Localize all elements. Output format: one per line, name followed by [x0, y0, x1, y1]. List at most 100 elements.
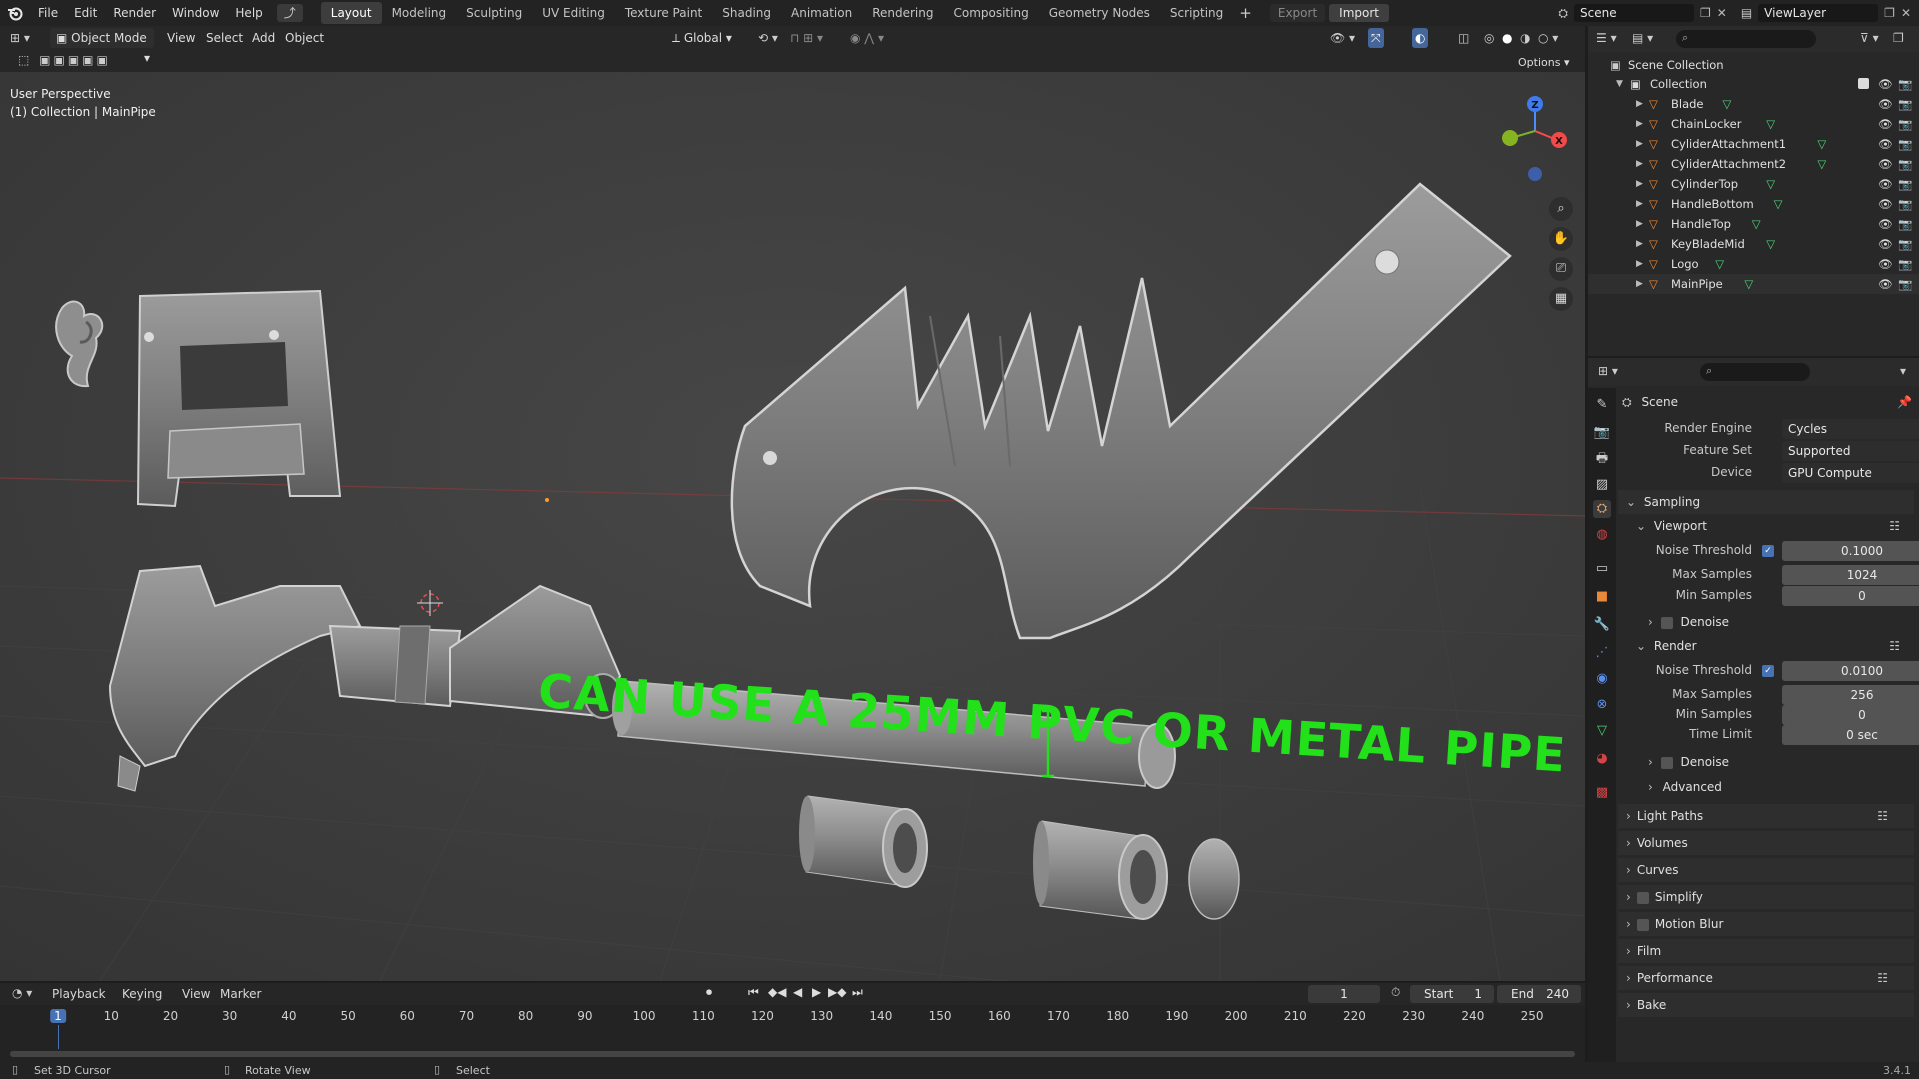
- eye-icon[interactable]: 👁: [1878, 254, 1893, 274]
- tool-tab-icon[interactable]: ✎: [1593, 396, 1611, 414]
- import-button[interactable]: Import: [1329, 4, 1389, 22]
- filter-icon[interactable]: ⊽ ▾: [1860, 31, 1879, 45]
- expand-arrow-icon[interactable]: ▶: [1636, 194, 1643, 214]
- scene-name-field[interactable]: Scene: [1574, 4, 1694, 22]
- properties-search-input[interactable]: ⌕: [1700, 363, 1810, 381]
- camera-icon[interactable]: 📷: [1898, 154, 1912, 174]
- viewport-noise-threshold-field[interactable]: 0.1000: [1782, 541, 1919, 561]
- list-icon[interactable]: ☷: [1877, 966, 1888, 990]
- new-collection-icon[interactable]: ❐: [1893, 31, 1904, 45]
- viewport-menu-add[interactable]: Add: [252, 28, 275, 48]
- device-dropdown[interactable]: GPU Compute▾: [1782, 463, 1919, 483]
- camera-view-icon[interactable]: ⎚: [1549, 257, 1573, 281]
- camera-icon[interactable]: 📷: [1898, 74, 1912, 94]
- outliner-object-row[interactable]: ▶ ▽ CyliderAttachment2 ▽ 👁 📷: [1588, 154, 1919, 174]
- snap-icon[interactable]: ⊓ ⊞ ▾: [790, 28, 823, 48]
- eye-icon[interactable]: 👁: [1878, 114, 1893, 134]
- panel-header[interactable]: › Performance ☷: [1618, 966, 1914, 990]
- scene-icon[interactable]: ⛭: [1558, 6, 1568, 21]
- mesh-data-icon[interactable]: ▽: [1766, 114, 1775, 134]
- camera-icon[interactable]: 📷: [1898, 114, 1912, 134]
- sampling-panel-header[interactable]: ⌄ Sampling: [1618, 490, 1914, 514]
- camera-icon[interactable]: 📷: [1898, 194, 1912, 214]
- cylinder-attachment2-mesh[interactable]: [1033, 820, 1168, 920]
- mesh-data-icon[interactable]: ▽: [1752, 214, 1761, 234]
- view-layer-field[interactable]: ViewLayer: [1758, 4, 1879, 22]
- tab-uv-editing[interactable]: UV Editing: [532, 2, 615, 24]
- modifier-tab-icon[interactable]: 🔧: [1593, 616, 1611, 634]
- outliner-object-row[interactable]: ▶ ▽ CylinderTop ▽ 👁 📷: [1588, 174, 1919, 194]
- tab-geometry-nodes[interactable]: Geometry Nodes: [1039, 2, 1160, 24]
- properties-editor-icon[interactable]: ⊞ ▾: [1598, 364, 1618, 378]
- editor-type-icon[interactable]: ⊞ ▾: [10, 28, 40, 48]
- mesh-data-icon[interactable]: ▽: [1766, 234, 1775, 254]
- list-icon[interactable]: ☷: [1877, 804, 1888, 828]
- add-workspace-icon[interactable]: +: [1233, 4, 1258, 22]
- render-noise-threshold-field[interactable]: 0.0100: [1782, 661, 1919, 681]
- outliner-object-row[interactable]: ▶ ▽ ChainLocker ▽ 👁 📷: [1588, 114, 1919, 134]
- 3d-viewport[interactable]: CAN USE A 25MM PVC OR METAL PIPE User Pe…: [0, 26, 1585, 981]
- expand-arrow-icon[interactable]: ▶: [1636, 134, 1643, 154]
- camera-icon[interactable]: 📷: [1898, 254, 1912, 274]
- menu-help[interactable]: Help: [227, 0, 270, 26]
- shading-solid-icon[interactable]: ●: [1502, 28, 1512, 48]
- new-scene-icon[interactable]: ❐: [1700, 6, 1711, 20]
- collection-tab-icon[interactable]: ▭: [1593, 560, 1611, 578]
- mesh-data-icon[interactable]: ▽: [1817, 134, 1826, 154]
- expand-arrow-icon[interactable]: ▼: [1616, 74, 1623, 94]
- expand-arrow-icon[interactable]: ▶: [1636, 214, 1643, 234]
- panel-header[interactable]: › Film: [1618, 939, 1914, 963]
- outliner-editor-icon[interactable]: ☰ ▾: [1596, 31, 1617, 45]
- camera-icon[interactable]: 📷: [1898, 134, 1912, 154]
- menu-edit[interactable]: Edit: [66, 0, 105, 26]
- viewport-denoise-checkbox[interactable]: [1660, 616, 1673, 629]
- outliner-object-row[interactable]: ▶ ▽ HandleBottom ▽ 👁 📷: [1588, 194, 1919, 214]
- view-layer-tab-icon[interactable]: ▨: [1593, 476, 1611, 494]
- advanced-header[interactable]: › Advanced: [1648, 775, 1908, 799]
- particles-tab-icon[interactable]: ⋰: [1593, 644, 1611, 662]
- include-checkbox[interactable]: [1858, 78, 1869, 89]
- panel-enable-checkbox[interactable]: [1636, 891, 1649, 904]
- outliner-scene-collection[interactable]: ▣ Scene Collection: [1588, 55, 1919, 75]
- outliner-object-row[interactable]: ▶ ▽ CyliderAttachment1 ▽ 👁 📷: [1588, 134, 1919, 154]
- chain-locker-mesh[interactable]: [136, 289, 342, 508]
- overlay-toggle-icon[interactable]: ◐: [1412, 28, 1429, 48]
- export-button[interactable]: Export: [1269, 4, 1326, 22]
- eye-icon[interactable]: 👁: [1878, 74, 1893, 94]
- shading-wireframe-icon[interactable]: ◎: [1484, 28, 1494, 48]
- viewport-canvas[interactable]: [0, 26, 1585, 981]
- proportional-edit-icon[interactable]: ◉ ⋀ ▾: [850, 28, 884, 48]
- mesh-data-icon[interactable]: ▽: [1766, 174, 1775, 194]
- gizmo-toggle-icon[interactable]: ⤧: [1368, 28, 1384, 48]
- time-limit-field[interactable]: 0 sec: [1782, 725, 1919, 745]
- list-icon[interactable]: ☷: [1889, 514, 1900, 538]
- render-denoise-checkbox[interactable]: [1660, 756, 1673, 769]
- eye-icon[interactable]: 👁: [1878, 194, 1893, 214]
- panel-enable-checkbox[interactable]: [1636, 918, 1649, 931]
- data-tab-icon[interactable]: ▽: [1593, 722, 1611, 740]
- panel-header[interactable]: › Volumes: [1618, 831, 1914, 855]
- object-tab-icon[interactable]: ■: [1593, 588, 1611, 606]
- timeline-scrollbar[interactable]: [10, 1051, 1575, 1057]
- transform-orientation-dropdown[interactable]: ⟂ Global ▾: [672, 28, 746, 48]
- eye-icon[interactable]: 👁: [1878, 154, 1893, 174]
- menu-window[interactable]: Window: [164, 0, 227, 26]
- mesh-data-icon[interactable]: ▽: [1774, 194, 1783, 214]
- outliner-collection[interactable]: ▼ ▣ Collection 👁 📷: [1588, 74, 1919, 94]
- zoom-icon[interactable]: ⌕: [1549, 197, 1573, 221]
- list-icon[interactable]: ☷: [1889, 634, 1900, 658]
- tab-shading[interactable]: Shading: [712, 2, 781, 24]
- eye-icon[interactable]: 👁: [1878, 274, 1893, 294]
- tab-modeling[interactable]: Modeling: [382, 2, 457, 24]
- mesh-data-icon[interactable]: ▽: [1744, 274, 1753, 294]
- tab-layout[interactable]: Layout: [320, 2, 382, 24]
- timeline-playhead[interactable]: 1: [50, 1009, 66, 1023]
- camera-icon[interactable]: 📷: [1898, 274, 1912, 294]
- outliner-object-row[interactable]: ▶ ▽ Blade ▽ 👁 📷: [1588, 94, 1919, 114]
- eye-icon[interactable]: 👁: [1878, 234, 1893, 254]
- render-noise-threshold-checkbox[interactable]: ✓: [1762, 665, 1774, 677]
- world-tab-icon[interactable]: ◍: [1593, 526, 1611, 544]
- viewport-subpanel-header[interactable]: ⌄ Viewport ☷: [1632, 514, 1908, 538]
- mesh-data-icon[interactable]: ▽: [1817, 154, 1826, 174]
- mesh-data-icon[interactable]: ▽: [1715, 254, 1724, 274]
